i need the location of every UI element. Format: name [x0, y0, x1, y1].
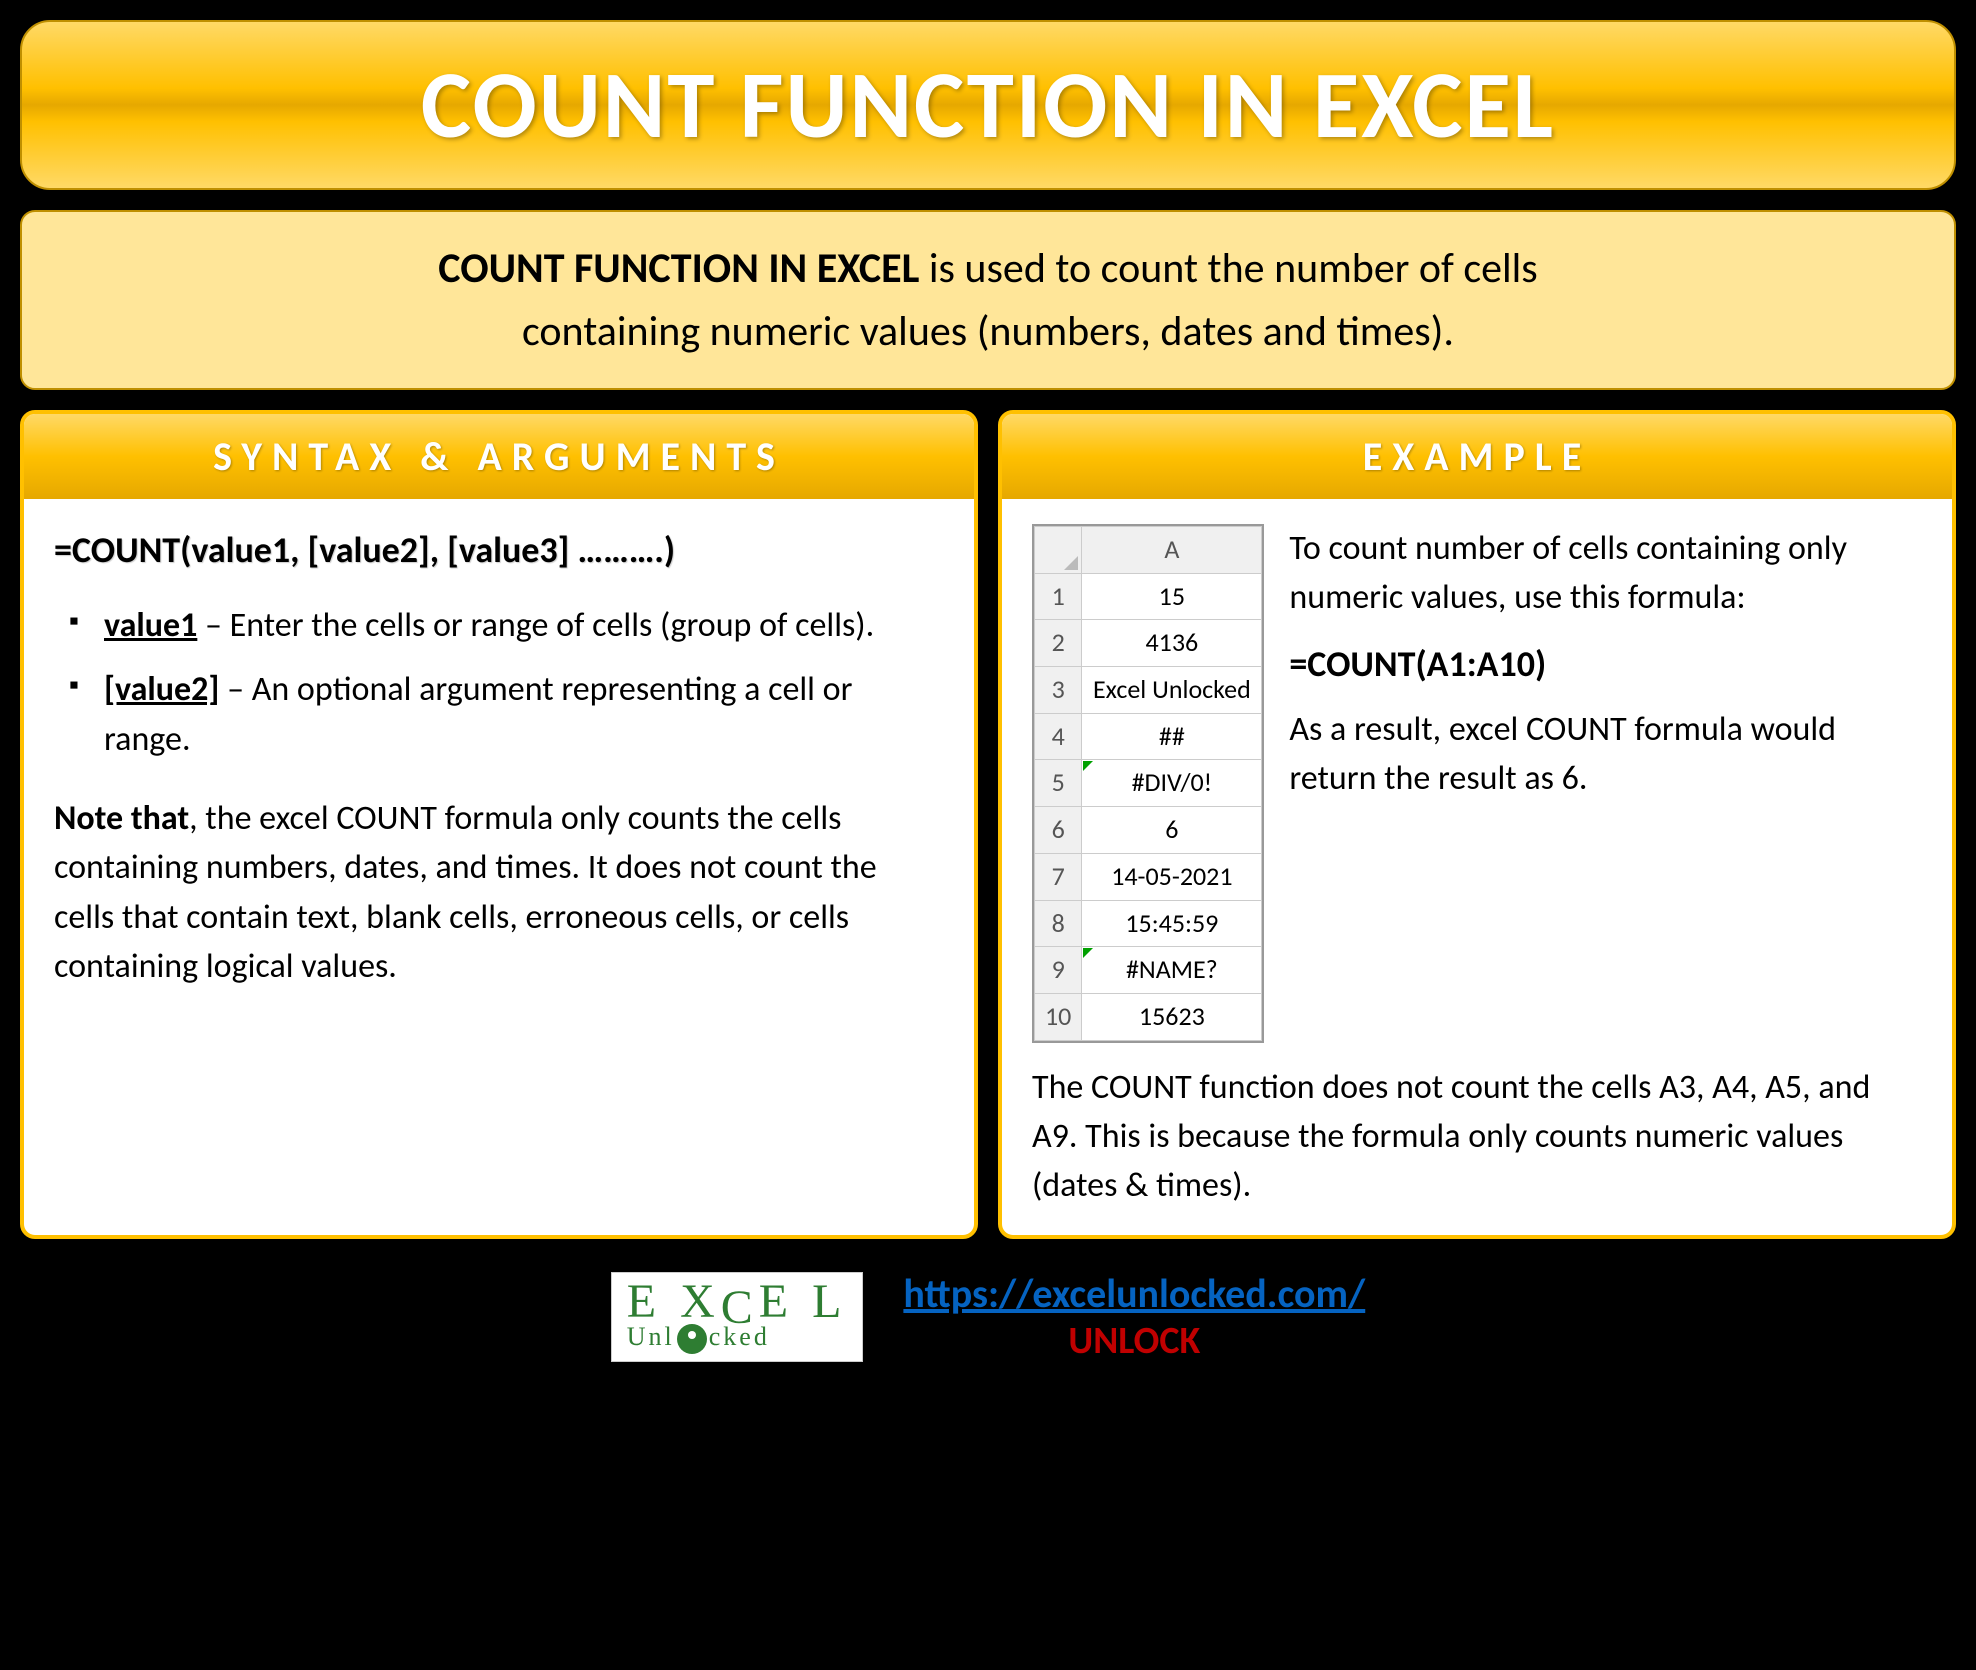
sheet-row-num: 3 — [1035, 667, 1082, 714]
sheet-cell: ## — [1082, 713, 1262, 760]
sheet-row: 5#DIV/0! — [1035, 760, 1262, 807]
sheet-row-num: 5 — [1035, 760, 1082, 807]
mini-spreadsheet: A 115241363Excel Unlocked4##5#DIV/0!6671… — [1032, 524, 1264, 1043]
arg2-name: [value2] — [104, 669, 219, 710]
sheet-row: 24136 — [1035, 620, 1262, 667]
sheet-cell: 15:45:59 — [1082, 900, 1262, 947]
sheet-row: 9#NAME? — [1035, 947, 1262, 994]
example-text: To count number of cells containing only… — [1289, 524, 1922, 1043]
example-result: As a result, excel COUNT formula would r… — [1289, 705, 1922, 804]
sheet-row: 115 — [1035, 573, 1262, 620]
sheet-row: 4## — [1035, 713, 1262, 760]
args-list: value1 – Enter the cells or range of cel… — [54, 601, 944, 764]
sheet-cell: 15 — [1082, 573, 1262, 620]
sheet-cell: 15623 — [1082, 993, 1262, 1040]
syntax-body: =COUNT(value1, [value2], [value3] ……….) … — [24, 499, 974, 1235]
logo-top: E XCE L — [627, 1280, 848, 1323]
sheet-row-num: 8 — [1035, 900, 1082, 947]
desc-bold: COUNT FUNCTION IN EXCEL — [438, 243, 919, 294]
desc-line2: containing numeric values (numbers, date… — [522, 306, 1454, 357]
sheet-corner — [1035, 527, 1082, 574]
sheet-cell: 6 — [1082, 807, 1262, 854]
syntax-note: Note that, the excel COUNT formula only … — [54, 794, 944, 991]
logo: E XCE L Unlcked — [611, 1272, 864, 1362]
sheet-row-num: 7 — [1035, 853, 1082, 900]
sheet-cell: Excel Unlocked — [1082, 667, 1262, 714]
sheet-body: 115241363Excel Unlocked4##5#DIV/0!66714-… — [1035, 573, 1262, 1040]
example-panel: EXAMPLE A 115241363Excel Unlocked4##5#DI… — [998, 410, 1956, 1239]
syntax-header: SYNTAX & ARGUMENTS — [24, 414, 974, 499]
sheet-row: 714-05-2021 — [1035, 853, 1262, 900]
sheet-table: A 115241363Excel Unlocked4##5#DIV/0!6671… — [1034, 526, 1262, 1041]
example-wrap: A 115241363Excel Unlocked4##5#DIV/0!6671… — [1032, 524, 1922, 1043]
example-body: A 115241363Excel Unlocked4##5#DIV/0!6671… — [1002, 499, 1952, 1235]
desc-rest1: is used to count the number of cells — [919, 243, 1537, 294]
sheet-row-num: 2 — [1035, 620, 1082, 667]
sheet-cell: 4136 — [1082, 620, 1262, 667]
syntax-formula: =COUNT(value1, [value2], [value3] ……….) — [54, 524, 944, 576]
sheet-cell: 14-05-2021 — [1082, 853, 1262, 900]
columns: SYNTAX & ARGUMENTS =COUNT(value1, [value… — [20, 410, 1956, 1239]
sheet-row: 66 — [1035, 807, 1262, 854]
sheet-header-row: A — [1035, 527, 1262, 574]
example-intro: To count number of cells containing only… — [1289, 524, 1922, 623]
example-below: The COUNT function does not count the ce… — [1032, 1063, 1922, 1211]
description-bar: COUNT FUNCTION IN EXCEL is used to count… — [20, 210, 1956, 390]
logo-text: E XCE L Unlcked — [627, 1280, 848, 1353]
footer-unlock: UNLOCK — [903, 1318, 1365, 1364]
sheet-cell: #DIV/0! — [1082, 760, 1262, 807]
sheet-row-num: 9 — [1035, 947, 1082, 994]
footer-right: https://excelunlocked.com/ UNLOCK — [903, 1269, 1365, 1364]
arg1-text: – Enter the cells or range of cells (gro… — [197, 605, 874, 646]
keyhole-icon — [677, 1324, 707, 1354]
sheet-row-num: 1 — [1035, 573, 1082, 620]
syntax-panel: SYNTAX & ARGUMENTS =COUNT(value1, [value… — [20, 410, 978, 1239]
sheet-col-a-header: A — [1082, 527, 1262, 574]
footer: E XCE L Unlcked https://excelunlocked.co… — [20, 1259, 1956, 1374]
page-title: COUNT FUNCTION IN EXCEL — [42, 47, 1934, 163]
footer-link[interactable]: https://excelunlocked.com/ — [903, 1269, 1365, 1318]
sheet-row-num: 6 — [1035, 807, 1082, 854]
sheet-row-num: 10 — [1035, 993, 1082, 1040]
infographic-root: COUNT FUNCTION IN EXCEL COUNT FUNCTION I… — [20, 20, 1956, 1650]
arg1-name: value1 — [104, 605, 197, 646]
sheet-row: 3Excel Unlocked — [1035, 667, 1262, 714]
note-bold: Note that — [54, 798, 189, 839]
example-header: EXAMPLE — [1002, 414, 1952, 499]
sheet-cell: #NAME? — [1082, 947, 1262, 994]
arg-item: [value2] – An optional argument represen… — [64, 665, 944, 764]
title-bar: COUNT FUNCTION IN EXCEL — [20, 20, 1956, 190]
arg-item: value1 – Enter the cells or range of cel… — [64, 601, 944, 650]
sheet-row-num: 4 — [1035, 713, 1082, 760]
example-formula: =COUNT(A1:A10) — [1289, 638, 1922, 690]
sheet-row: 815:45:59 — [1035, 900, 1262, 947]
sheet-row: 1015623 — [1035, 993, 1262, 1040]
